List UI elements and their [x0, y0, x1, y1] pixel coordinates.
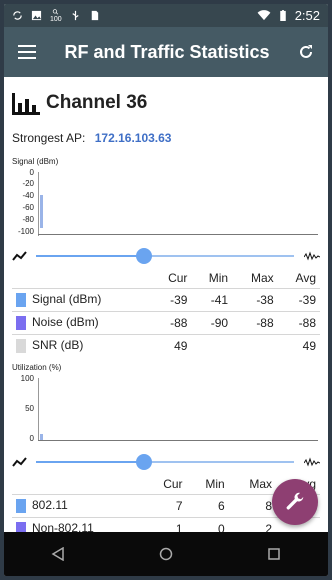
legend-swatch[interactable] [16, 339, 26, 354]
waveform-icon [304, 457, 320, 467]
trend-line-icon [12, 457, 27, 467]
signal-x-axis [38, 234, 318, 235]
col-header [12, 474, 144, 494]
cell-cur: -39 [150, 287, 192, 311]
legend-swatch[interactable] [16, 498, 26, 513]
util-x-axis [38, 440, 318, 441]
col-header: Min [208, 270, 229, 285]
signal-y-axis [38, 172, 39, 236]
hamburger-menu-icon[interactable] [18, 45, 36, 59]
row-label: SNR (dB) [32, 338, 84, 353]
strongest-ap-ip[interactable]: 172.16.103.63 [95, 131, 172, 145]
util-y-axis [38, 378, 39, 440]
image-icon [31, 10, 42, 21]
cell-min: -90 [191, 310, 233, 334]
tools-fab[interactable] [272, 479, 318, 525]
col-header: Max [250, 270, 274, 285]
table-row: Signal (dBm) -39 -41 -38 -39 [12, 287, 320, 311]
trend-line-icon [12, 251, 27, 261]
signal-tick: -100 [17, 227, 34, 236]
util-chart: 100 50 0 [12, 374, 320, 444]
signal-chart-label: Signal (dBm) [12, 157, 59, 166]
util-slider-fill [36, 461, 145, 463]
util-slider-thumb[interactable] [136, 454, 153, 470]
back-triangle-icon[interactable] [51, 547, 65, 561]
wifi-icon [257, 10, 271, 21]
app-frame: 100 2:52 RF and Traffic Statistics Chann… [4, 4, 328, 576]
cell-max: -88 [232, 310, 278, 334]
col-header: Cur [168, 270, 188, 285]
cell-max: 8 [228, 493, 277, 517]
util-tick: 50 [25, 404, 34, 413]
row-label: 802.11 [32, 498, 68, 513]
strongest-ap-row: Strongest AP: 172.16.103.63 [12, 131, 320, 149]
cell-cur: 49 [150, 333, 192, 357]
col-header: Min [205, 476, 225, 491]
col-header: Cur [163, 476, 183, 491]
util-tick: 100 [20, 374, 34, 383]
cell-min: -41 [191, 287, 233, 311]
col-header: Avg [295, 270, 316, 285]
signal-bars-icon [12, 93, 40, 115]
util-tick: 0 [29, 434, 34, 443]
table-row: SNR (dB) 49 49 [12, 333, 320, 357]
app-bar: RF and Traffic Statistics [4, 27, 328, 77]
cell-max: -38 [232, 287, 278, 311]
signal-stats-table: Cur Min Max Avg Signal (dBm) -39 -41 -38… [12, 268, 320, 357]
util-slider-track[interactable] [36, 454, 294, 470]
cell-avg: 49 [277, 333, 320, 357]
battery-percent: 100 [50, 15, 62, 23]
legend-swatch[interactable] [16, 292, 26, 307]
usb-icon [72, 10, 79, 21]
refresh-icon[interactable] [298, 44, 314, 60]
signal-slider-fill [36, 255, 145, 257]
signal-chart: 0 -20 -40 -60 -80 -100 [12, 168, 320, 238]
row-label: Signal (dBm) [32, 292, 102, 307]
status-bar: 100 2:52 [4, 4, 328, 27]
cell-min: 6 [186, 493, 229, 517]
strongest-ap-label: Strongest AP: [12, 131, 86, 145]
signal-tick: -80 [22, 215, 34, 224]
page-title: RF and Traffic Statistics [64, 41, 270, 62]
clock: 2:52 [294, 8, 320, 23]
signal-tick: 0 [29, 168, 34, 177]
table-row: Noise (dBm) -88 -90 -88 -88 [12, 310, 320, 334]
android-nav-bar [4, 532, 328, 576]
recents-square-icon[interactable] [267, 547, 281, 561]
signal-history-bar [40, 195, 43, 228]
cell-avg: -39 [277, 287, 320, 311]
signal-tick: -60 [22, 203, 34, 212]
battery-icon [279, 10, 286, 21]
cell-cur: -88 [150, 310, 192, 334]
signal-time-slider[interactable] [12, 244, 320, 268]
signal-tick: -20 [22, 179, 34, 188]
util-chart-label: Utilization (%) [12, 363, 62, 372]
sync-icon [13, 11, 22, 20]
legend-swatch[interactable] [16, 315, 26, 330]
signal-slider-thumb[interactable] [136, 248, 153, 264]
wrench-icon [286, 492, 304, 510]
util-time-slider[interactable] [12, 450, 320, 474]
cell-avg: -88 [277, 310, 320, 334]
sd-card-icon [91, 10, 98, 21]
col-header: Max [249, 476, 273, 491]
col-header [12, 268, 151, 288]
channel-name: Channel 36 [46, 92, 148, 113]
home-circle-icon[interactable] [159, 547, 173, 561]
signal-tick: -40 [22, 191, 34, 200]
cell-max [232, 333, 278, 357]
cell-cur: 7 [144, 493, 187, 517]
battery-saver-icon: 100 [50, 8, 62, 23]
channel-header: Channel 36 [12, 81, 320, 125]
signal-slider-track[interactable] [36, 248, 294, 264]
row-label: Noise (dBm) [32, 315, 99, 330]
signal-stats-header: Cur Min Max Avg [12, 268, 320, 288]
waveform-icon [304, 251, 320, 261]
cell-min [191, 333, 233, 357]
util-history-bar [40, 434, 43, 440]
